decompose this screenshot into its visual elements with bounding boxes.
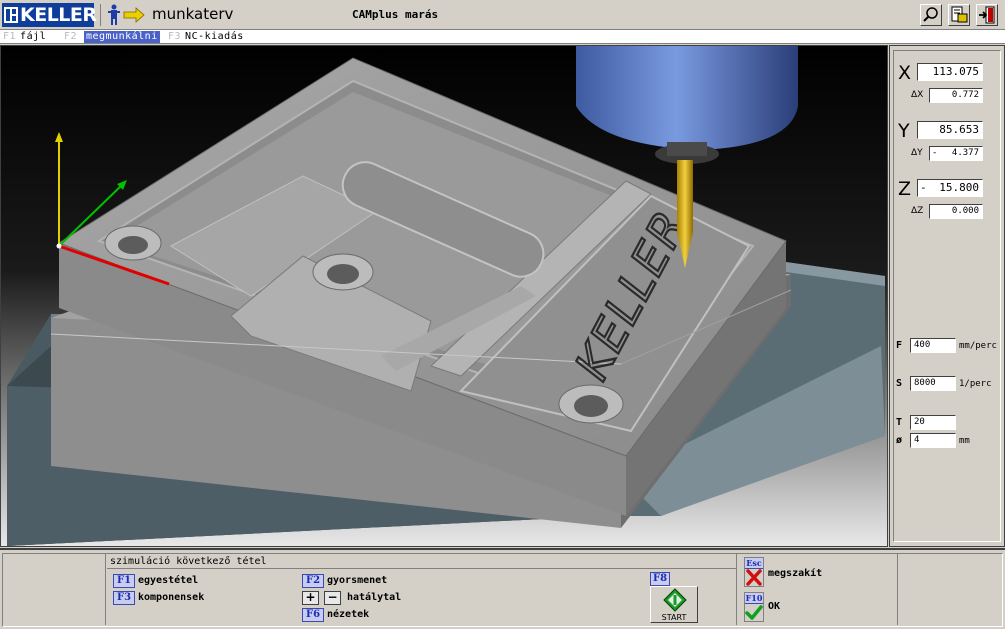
exit-icon [979,6,995,24]
ok-check-icon [745,605,763,620]
app-name: munkaterv [152,5,234,23]
start-icon [663,588,687,612]
delta-y-label: ΔY [911,148,923,158]
delta-x-field: 0.772 [929,88,983,103]
delta-z-label: ΔZ [911,206,924,216]
speed-unit: 1/perc [959,379,992,389]
y-axis-label: Y [898,120,910,142]
cancel-label[interactable]: megszakít [768,568,822,579]
menu-item-machining[interactable]: megmunkálni [84,31,160,43]
esc-key: Esc [745,558,763,569]
logo-text: KELLER [20,4,97,26]
y-position-field: 85.653 [917,121,983,139]
title-separator [100,4,101,26]
simulation-scene: KELLER [1,46,887,546]
f10-key: F10 [745,593,763,604]
zoom-button[interactable] [920,4,942,26]
x-position-field: 113.075 [917,63,983,81]
command-title-divider [107,568,737,569]
menu-item-machining-key[interactable]: F2 [64,31,81,43]
plus-button[interactable]: + [302,591,319,605]
delta-y-field: -4.377 [929,146,983,161]
menu-item-file[interactable]: F1 fájl [3,31,46,43]
menu-bar: F1 fájl F2 megmunkálni F3 NC-kiadás [0,30,1005,44]
speed-label: S [896,378,903,389]
zoom-icon [923,7,938,22]
tool-label: T [896,417,903,428]
views-label[interactable]: nézetek [327,608,369,622]
diameter-unit: mm [959,436,970,446]
delta-x-label: ΔX [911,90,924,100]
effect-label: hatálytal [347,592,402,603]
keller-logo-mark-icon [4,7,18,23]
exit-button[interactable] [976,4,998,26]
z-axis-label: Z [898,178,912,200]
z-position-field: -15.800 [917,179,983,197]
print-icon [951,6,968,23]
window-title: CAMplus marás [352,8,439,21]
start-button[interactable]: START [650,586,698,623]
simulation-viewport[interactable]: KELLER [0,45,888,547]
menu-item-nc-output[interactable]: F3 NC-kiadás [168,31,244,43]
feed-unit: mm/perc [959,341,997,351]
tool-field: 20 [910,415,956,430]
f1-key[interactable]: F1 [113,574,135,588]
rapid-label[interactable]: gyorsmenet [327,574,387,588]
title-bar: KELLER munkaterv CAMplus marás [0,0,1005,30]
feed-field: 400 [910,338,956,353]
feed-label: F [896,340,903,351]
cancel-x-icon [746,569,762,586]
worker-arrow-icon [108,4,145,25]
diameter-field: 4 [910,433,956,448]
speed-field: 8000 [910,376,956,391]
start-label: START [661,613,687,622]
command-title: szimuláció következő tétel [110,556,267,567]
minus-button[interactable]: − [324,591,341,605]
print-button[interactable] [948,4,970,26]
x-axis-label: X [898,62,912,84]
components-label[interactable]: komponensek [138,591,204,605]
f2-key[interactable]: F2 [302,574,324,588]
command-panel-left [2,553,106,625]
delta-z-field: 0.000 [929,204,983,219]
ok-button[interactable]: F10 [744,592,764,622]
single-step-label[interactable]: egyestétel [138,574,198,588]
f6-key[interactable]: F6 [302,608,324,622]
keller-logo: KELLER [2,3,97,27]
f3-key[interactable]: F3 [113,591,135,605]
ok-label[interactable]: OK [768,601,780,612]
diameter-label: ø [896,435,903,446]
cancel-button[interactable]: Esc [744,557,764,587]
f8-key[interactable]: F8 [650,572,670,586]
